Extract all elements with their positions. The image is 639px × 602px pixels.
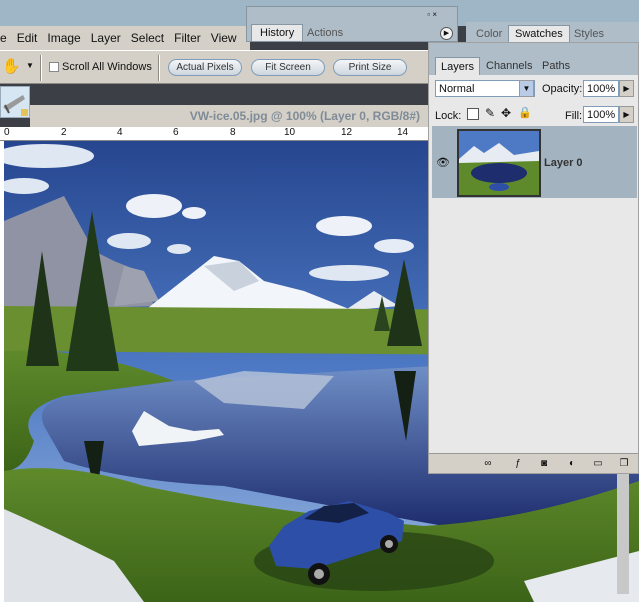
- menu-select[interactable]: Select: [126, 31, 169, 45]
- layers-panel: Layers Channels Paths Normal ▼ Opacity: …: [428, 42, 639, 474]
- menu-bar: e Edit Image Layer Select Filter View W: [0, 26, 258, 50]
- chevron-down-icon[interactable]: ▼: [519, 80, 534, 97]
- tab-paths[interactable]: Paths: [537, 57, 575, 75]
- new-layer-icon[interactable]: ❐: [617, 457, 631, 471]
- tab-actions[interactable]: Actions: [299, 24, 351, 41]
- layer-row[interactable]: 👁 Layer 0: [432, 126, 637, 198]
- layer-name: Layer 0: [544, 157, 583, 169]
- eye-icon[interactable]: 👁: [436, 156, 450, 169]
- layers-panel-footer: ∞ ƒ ◙ ◐ ▭ ❐: [429, 453, 638, 473]
- tool-preset-popup[interactable]: [0, 86, 30, 118]
- layers-panel-tabs: Layers Channels Paths: [429, 43, 638, 75]
- tab-color[interactable]: Color: [470, 25, 508, 42]
- hand-tool-icon[interactable]: ✋: [2, 57, 24, 77]
- menu-image[interactable]: Image: [42, 31, 85, 45]
- layer-thumbnail[interactable]: [457, 129, 541, 197]
- fill-arrow-icon[interactable]: ▶: [619, 106, 634, 123]
- menu-view[interactable]: View: [206, 31, 242, 45]
- menu-file-partial[interactable]: e: [0, 31, 12, 45]
- lock-image-icon[interactable]: ✎: [485, 106, 495, 120]
- document-title-bar[interactable]: VW-ice.05.jpg @ 100% (Layer 0, RGB/8#): [30, 105, 430, 127]
- menu-edit[interactable]: Edit: [12, 31, 43, 45]
- fill-input[interactable]: 100%: [583, 106, 619, 123]
- chevron-down-icon[interactable]: ▼: [26, 61, 34, 70]
- opacity-arrow-icon[interactable]: ▶: [619, 80, 634, 97]
- opacity-value: 100%: [587, 82, 616, 95]
- actual-pixels-button[interactable]: Actual Pixels: [168, 59, 242, 76]
- lock-transparent-icon[interactable]: [467, 108, 479, 120]
- ruler-label: 8: [230, 127, 236, 138]
- tab-styles[interactable]: Styles: [568, 25, 610, 42]
- menu-filter[interactable]: Filter: [169, 31, 206, 45]
- vertical-scrollbar[interactable]: [617, 474, 629, 594]
- horizontal-ruler[interactable]: 0 2 4 6 8 10 12 14: [0, 127, 430, 141]
- fit-screen-button[interactable]: Fit Screen: [251, 59, 325, 76]
- separator: [40, 55, 42, 81]
- tab-layers[interactable]: Layers: [435, 57, 481, 75]
- scroll-all-windows-checkbox[interactable]: [49, 62, 59, 72]
- tab-history[interactable]: History: [251, 24, 304, 41]
- lock-position-icon[interactable]: ✥: [501, 106, 511, 120]
- minimize-icon[interactable]: ▫ ×: [427, 10, 437, 19]
- print-size-button[interactable]: Print Size: [333, 59, 407, 76]
- adjustment-layer-icon[interactable]: ◐: [565, 457, 579, 471]
- ruler-label: 12: [341, 127, 353, 138]
- tab-swatches[interactable]: Swatches: [508, 25, 570, 42]
- ruler-label: 2: [61, 127, 67, 138]
- ruler-label: 0: [4, 127, 10, 138]
- lock-label: Lock:: [435, 110, 462, 122]
- separator: [158, 55, 160, 81]
- swatches-panel: Color Swatches Styles: [466, 22, 639, 42]
- scroll-all-windows-label: Scroll All Windows: [62, 61, 152, 73]
- fill-value: 100%: [587, 108, 616, 121]
- menu-layer[interactable]: Layer: [86, 31, 126, 45]
- link-icon[interactable]: ∞: [481, 457, 495, 471]
- panel-menu-icon[interactable]: ▶: [440, 27, 453, 40]
- tab-channels[interactable]: Channels: [481, 57, 537, 75]
- fill-label: Fill:: [565, 110, 583, 122]
- layer-style-icon[interactable]: ƒ: [511, 457, 525, 471]
- options-bar: ✋ ▼ Scroll All Windows Actual Pixels Fit…: [0, 50, 430, 84]
- mask-icon[interactable]: ◙: [537, 457, 551, 471]
- document-title: VW-ice.05.jpg @ 100% (Layer 0, RGB/8#): [189, 109, 420, 123]
- tool-preset-icon: [3, 95, 28, 116]
- ruler-label: 4: [117, 127, 123, 138]
- folder-icon[interactable]: ▭: [591, 457, 605, 471]
- opacity-label: Opacity:: [542, 83, 583, 95]
- ruler-label: 10: [284, 127, 296, 138]
- opacity-input[interactable]: 100%: [583, 80, 619, 97]
- ruler-label: 14: [397, 127, 409, 138]
- history-panel: ▫ × History Actions ▶: [246, 6, 458, 42]
- ruler-label: 6: [173, 127, 179, 138]
- lock-all-icon[interactable]: 🔒: [518, 106, 532, 119]
- blend-mode-value: Normal: [439, 82, 475, 95]
- layer-thumbnail-image: [459, 131, 539, 195]
